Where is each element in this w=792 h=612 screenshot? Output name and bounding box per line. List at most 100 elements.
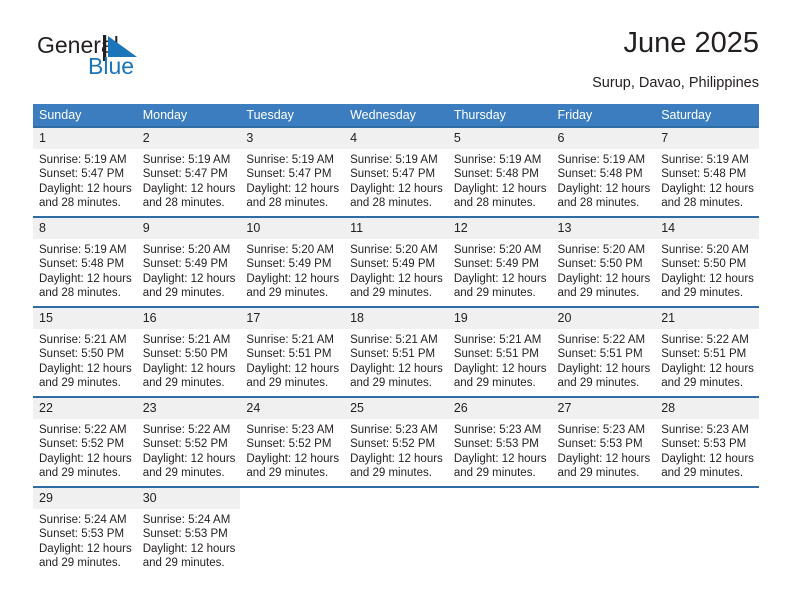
calendar-day-cell[interactable]: 10 Sunrise: 5:20 AM Sunset: 5:49 PM Dayl… [240, 216, 345, 307]
calendar-day-cell[interactable]: 1 Sunrise: 5:19 AM Sunset: 5:47 PM Dayli… [33, 126, 137, 217]
day-number [551, 488, 656, 509]
sunrise-text: Sunrise: 5:24 AM [39, 514, 127, 526]
sunset-text: Sunset: 5:53 PM [453, 438, 539, 451]
calendar-day-cell[interactable]: 23 Sunrise: 5:22 AM Sunset: 5:52 PM Dayl… [136, 396, 241, 487]
calendar-day-cell[interactable]: 3 Sunrise: 5:19 AM Sunset: 5:47 PM Dayli… [240, 126, 345, 217]
sunrise-text: Sunrise: 5:21 AM [246, 334, 334, 346]
sunset-text: Sunset: 5:48 PM [453, 168, 539, 181]
calendar-day-cell[interactable]: 2 Sunrise: 5:19 AM Sunset: 5:47 PM Dayli… [136, 126, 241, 217]
calendar-day-cell[interactable]: 19 Sunrise: 5:21 AM Sunset: 5:51 PM Dayl… [447, 306, 552, 397]
day-number [447, 488, 552, 509]
day-details: Sunrise: 5:23 AM Sunset: 5:52 PM Dayligh… [344, 419, 448, 481]
daylight-text-line2: and 28 minutes. [350, 197, 432, 210]
calendar-day-cell[interactable]: 25 Sunrise: 5:23 AM Sunset: 5:52 PM Dayl… [344, 396, 448, 487]
sunrise-text: Sunrise: 5:24 AM [142, 514, 231, 526]
sunset-text: Sunset: 5:51 PM [246, 348, 332, 361]
calendar-day-cell[interactable]: 22 Sunrise: 5:22 AM Sunset: 5:52 PM Dayl… [33, 396, 137, 487]
sunrise-text: Sunrise: 5:20 AM [350, 244, 438, 256]
daylight-text-line1: Daylight: 12 hours [142, 362, 236, 375]
sunset-text: Sunset: 5:49 PM [350, 258, 436, 271]
daylight-text-line2: and 29 minutes. [246, 467, 329, 480]
day-number: 13 [551, 218, 656, 239]
calendar-day-cell[interactable]: 12 Sunrise: 5:20 AM Sunset: 5:49 PM Dayl… [447, 216, 552, 307]
calendar-day-cell[interactable]: 24 Sunrise: 5:23 AM Sunset: 5:52 PM Dayl… [240, 396, 345, 487]
daylight-text-line2: and 29 minutes. [453, 467, 536, 480]
calendar-day-cell[interactable]: 21 Sunrise: 5:22 AM Sunset: 5:51 PM Dayl… [655, 306, 759, 397]
day-details [655, 509, 759, 513]
day-number: 10 [240, 218, 345, 239]
calendar-day-cell[interactable]: 8 Sunrise: 5:19 AM Sunset: 5:48 PM Dayli… [33, 216, 137, 307]
calendar-day-cell[interactable]: 6 Sunrise: 5:19 AM Sunset: 5:48 PM Dayli… [551, 126, 656, 217]
daylight-text-line2: and 29 minutes. [142, 287, 225, 300]
daylight-text-line2: and 29 minutes. [350, 287, 432, 300]
day-details [240, 509, 344, 513]
calendar-day-cell[interactable]: 5 Sunrise: 5:19 AM Sunset: 5:48 PM Dayli… [447, 126, 552, 217]
calendar-day-cell[interactable]: 27 Sunrise: 5:23 AM Sunset: 5:53 PM Dayl… [551, 396, 656, 487]
calendar-day-cell[interactable]: 14 Sunrise: 5:20 AM Sunset: 5:50 PM Dayl… [655, 216, 759, 307]
calendar-day-cell [551, 486, 656, 574]
day-details: Sunrise: 5:23 AM Sunset: 5:53 PM Dayligh… [448, 419, 552, 481]
calendar-day-cell [344, 486, 448, 574]
calendar-day-cell [447, 486, 552, 574]
calendar-day-cell[interactable]: 4 Sunrise: 5:19 AM Sunset: 5:47 PM Dayli… [344, 126, 448, 217]
sunrise-text: Sunrise: 5:20 AM [142, 244, 231, 256]
daylight-text-line1: Daylight: 12 hours [557, 362, 651, 375]
calendar-day-cell[interactable]: 13 Sunrise: 5:20 AM Sunset: 5:50 PM Dayl… [551, 216, 656, 307]
sunset-text: Sunset: 5:53 PM [39, 528, 125, 541]
day-number: 11 [344, 218, 448, 239]
page-subtitle-location: Surup, Davao, Philippines [592, 75, 759, 91]
daylight-text-line2: and 28 minutes. [39, 287, 121, 300]
daylight-text-line2: and 29 minutes. [661, 377, 744, 390]
calendar-day-cell[interactable]: 11 Sunrise: 5:20 AM Sunset: 5:49 PM Dayl… [344, 216, 448, 307]
calendar-day-cell[interactable]: 16 Sunrise: 5:21 AM Sunset: 5:50 PM Dayl… [136, 306, 241, 397]
calendar-day-cell[interactable]: 15 Sunrise: 5:21 AM Sunset: 5:50 PM Dayl… [33, 306, 137, 397]
day-details: Sunrise: 5:22 AM Sunset: 5:52 PM Dayligh… [33, 419, 137, 481]
general-blue-logo[interactable]: General Blue [33, 32, 233, 88]
weekday-header-sunday: Sunday [33, 104, 137, 127]
sunset-text: Sunset: 5:47 PM [350, 168, 436, 181]
daylight-text-line2: and 29 minutes. [39, 467, 121, 480]
calendar-day-cell[interactable]: 30 Sunrise: 5:24 AM Sunset: 5:53 PM Dayl… [136, 486, 241, 574]
day-details [448, 509, 552, 513]
sunset-text: Sunset: 5:47 PM [142, 168, 228, 181]
day-details: Sunrise: 5:21 AM Sunset: 5:51 PM Dayligh… [448, 329, 552, 391]
daylight-text-line1: Daylight: 12 hours [39, 542, 132, 555]
day-details: Sunrise: 5:24 AM Sunset: 5:53 PM Dayligh… [137, 509, 241, 571]
weekday-header-friday: Friday [551, 104, 656, 127]
page-header: General Blue June 2025 Surup, Davao, Phi… [33, 26, 759, 94]
weekday-header-monday: Monday [136, 104, 241, 127]
calendar-day-cell[interactable]: 7 Sunrise: 5:19 AM Sunset: 5:48 PM Dayli… [655, 126, 759, 217]
daylight-text-line1: Daylight: 12 hours [661, 452, 754, 465]
day-details: Sunrise: 5:21 AM Sunset: 5:51 PM Dayligh… [344, 329, 448, 391]
calendar-day-cell[interactable]: 18 Sunrise: 5:21 AM Sunset: 5:51 PM Dayl… [344, 306, 448, 397]
sunset-text: Sunset: 5:48 PM [661, 168, 747, 181]
day-number: 9 [136, 218, 241, 239]
daylight-text-line1: Daylight: 12 hours [39, 362, 132, 375]
day-number: 28 [655, 398, 759, 419]
daylight-text-line1: Daylight: 12 hours [453, 452, 547, 465]
day-details: Sunrise: 5:20 AM Sunset: 5:49 PM Dayligh… [137, 239, 241, 301]
daylight-text-line2: and 29 minutes. [39, 377, 121, 390]
calendar-week-row: 1 Sunrise: 5:19 AM Sunset: 5:47 PM Dayli… [33, 126, 759, 217]
daylight-text-line1: Daylight: 12 hours [142, 182, 236, 195]
sunrise-text: Sunrise: 5:19 AM [453, 154, 542, 166]
daylight-text-line2: and 29 minutes. [661, 287, 744, 300]
daylight-text-line1: Daylight: 12 hours [350, 362, 443, 375]
calendar-week-row: 8 Sunrise: 5:19 AM Sunset: 5:48 PM Dayli… [33, 216, 759, 307]
calendar-day-cell[interactable]: 26 Sunrise: 5:23 AM Sunset: 5:53 PM Dayl… [447, 396, 552, 487]
daylight-text-line2: and 29 minutes. [557, 467, 640, 480]
calendar-day-cell[interactable]: 20 Sunrise: 5:22 AM Sunset: 5:51 PM Dayl… [551, 306, 656, 397]
calendar-day-cell[interactable]: 28 Sunrise: 5:23 AM Sunset: 5:53 PM Dayl… [655, 396, 759, 487]
daylight-text-line1: Daylight: 12 hours [39, 182, 132, 195]
sunset-text: Sunset: 5:47 PM [246, 168, 332, 181]
day-number: 2 [136, 128, 241, 149]
calendar-day-cell[interactable]: 17 Sunrise: 5:21 AM Sunset: 5:51 PM Dayl… [240, 306, 345, 397]
sunrise-text: Sunrise: 5:19 AM [661, 154, 749, 166]
daylight-text-line2: and 28 minutes. [557, 197, 640, 210]
daylight-text-line2: and 29 minutes. [142, 467, 225, 480]
calendar-day-cell[interactable]: 9 Sunrise: 5:20 AM Sunset: 5:49 PM Dayli… [136, 216, 241, 307]
daylight-text-line1: Daylight: 12 hours [557, 272, 651, 285]
calendar-day-cell[interactable]: 29 Sunrise: 5:24 AM Sunset: 5:53 PM Dayl… [33, 486, 137, 574]
sunset-text: Sunset: 5:48 PM [557, 168, 643, 181]
daylight-text-line1: Daylight: 12 hours [142, 272, 236, 285]
